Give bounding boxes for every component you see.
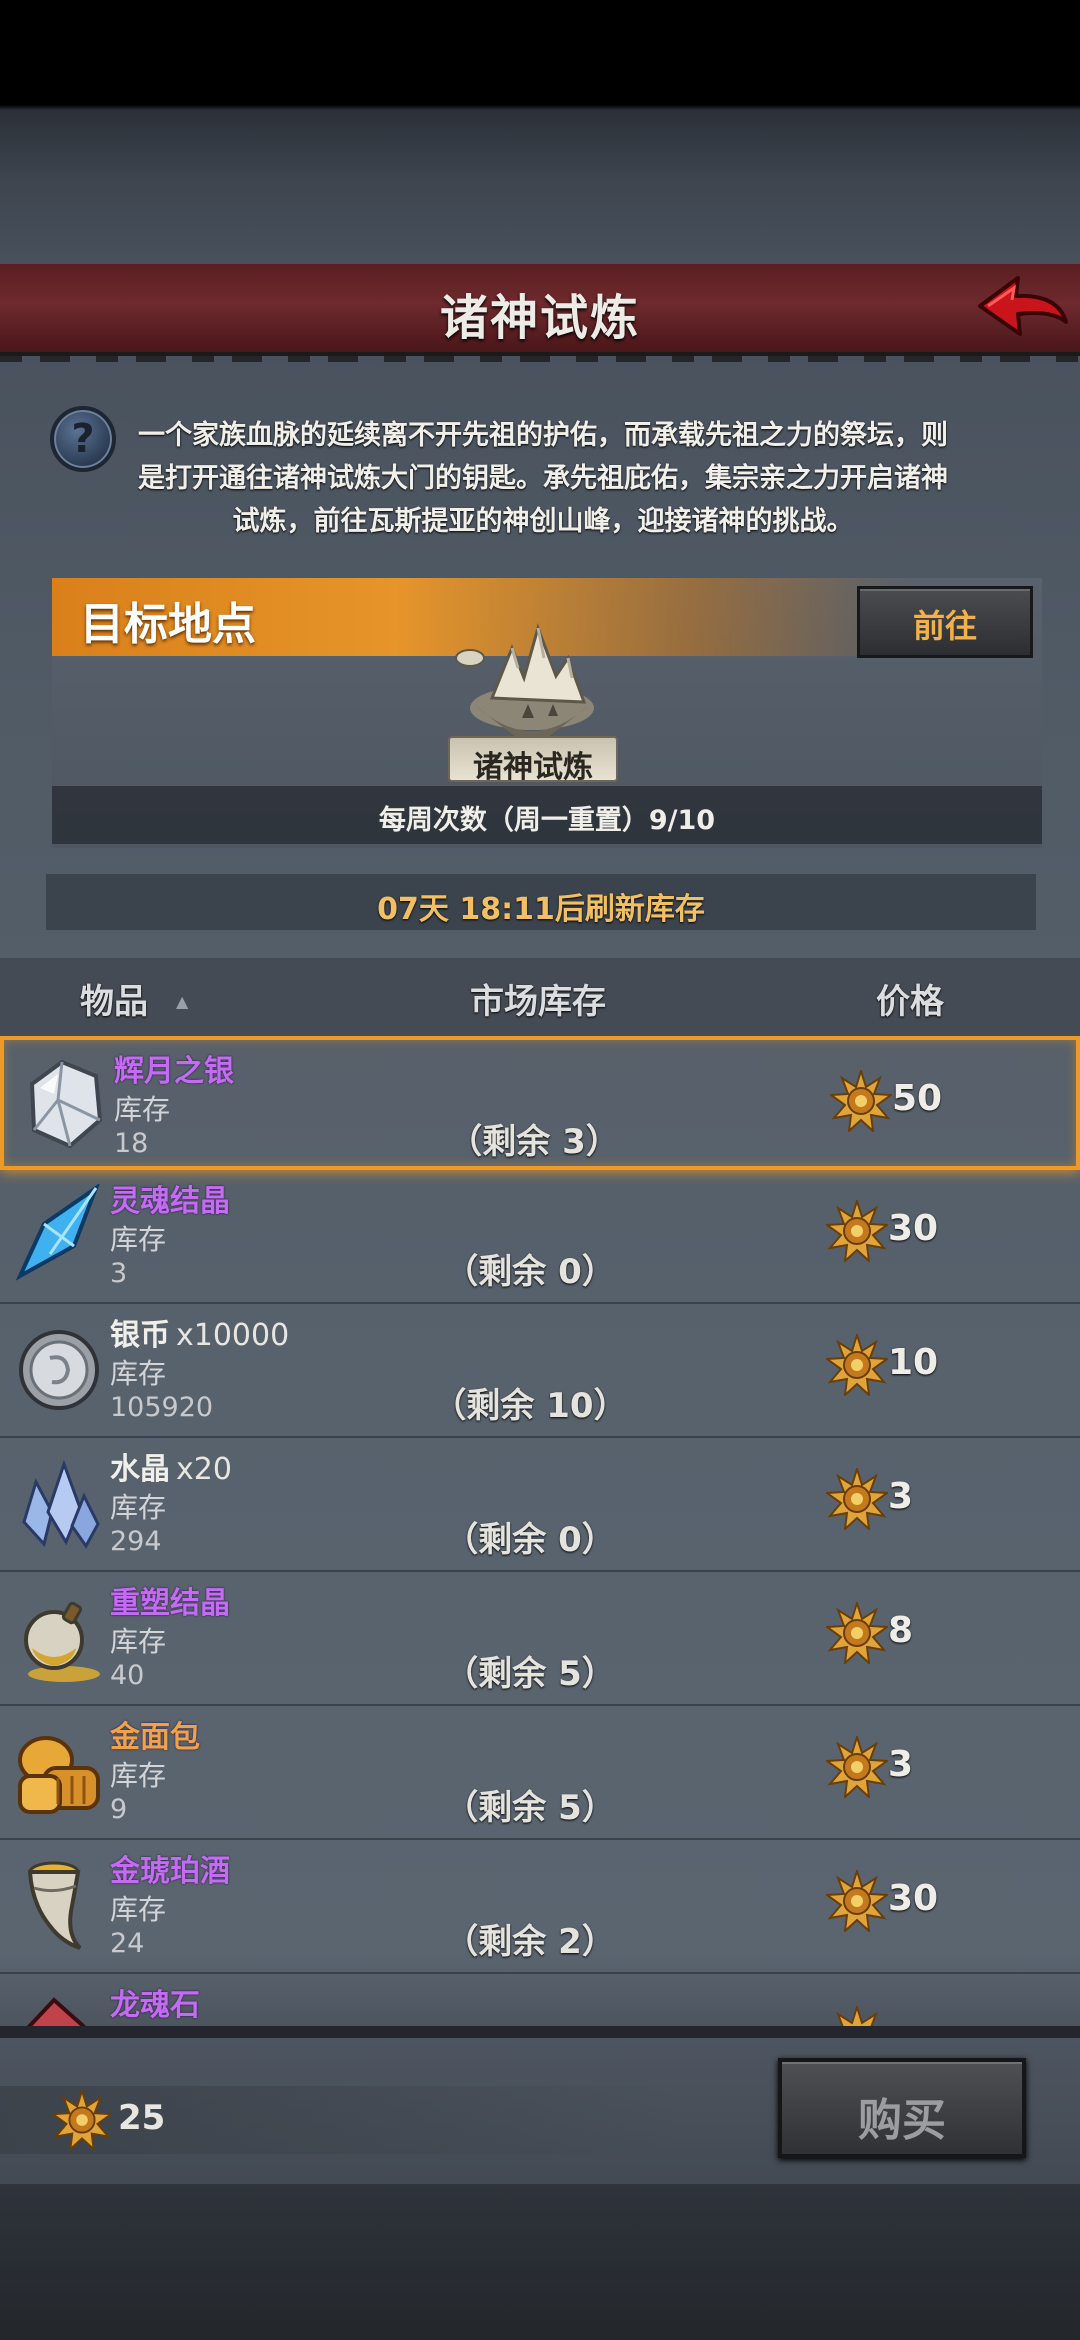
sun-coin-icon bbox=[830, 1070, 892, 1132]
sun-coin-icon bbox=[826, 1870, 888, 1932]
item-name: 辉月之银 bbox=[114, 1054, 234, 1089]
price-value: 30 bbox=[888, 1878, 939, 1919]
item-name: 银币 x10000 bbox=[110, 1318, 290, 1353]
item-name: 金琥珀酒 bbox=[110, 1854, 230, 1889]
stock-label: 库存 bbox=[110, 1759, 167, 1792]
back-arrow-icon[interactable] bbox=[972, 270, 1072, 350]
price-value: 50 bbox=[892, 1078, 943, 1119]
item-name: 水晶 x20 bbox=[110, 1452, 232, 1487]
description-line: 是打开通往诸神试炼大门的钥匙。承先祖庇佑，集宗亲之力开启诸神 bbox=[138, 463, 948, 494]
remaining-count: （剩余 5） bbox=[444, 1654, 616, 1694]
price-value: 3 bbox=[888, 1744, 914, 1785]
weekly-count-strip: 每周次数（周一重置）9/10 bbox=[52, 786, 1042, 844]
soul-crystal-icon bbox=[15, 1184, 100, 1281]
item-name: 灵魂结晶 bbox=[110, 1184, 230, 1219]
stock-label: 库存 bbox=[110, 1357, 167, 1390]
item-quantity: x20 bbox=[176, 1452, 232, 1487]
table-row[interactable]: 辉月之银 库存 18 （剩余 3） 50 bbox=[0, 1036, 1080, 1170]
stock-label: 库存 bbox=[110, 1223, 167, 1256]
go-button-label: 前往 bbox=[912, 607, 977, 645]
remaining-count: （剩余 0） bbox=[444, 1520, 616, 1560]
price-value: 8 bbox=[888, 1610, 914, 1651]
target-label: 目标地点 bbox=[80, 599, 256, 650]
help-question-icon[interactable]: ? bbox=[50, 406, 116, 472]
target-location-panel: 目标地点 前往 诸神试炼 每周次数（周一重置）9/10 bbox=[52, 578, 1042, 848]
table-row[interactable]: 银币 x10000 库存 105920 （剩余 10） 10 bbox=[0, 1304, 1080, 1438]
stock-label: 库存 bbox=[110, 1893, 167, 1926]
stock-value: 24 bbox=[110, 1928, 145, 1959]
item-name: 重塑结晶 bbox=[110, 1586, 230, 1621]
currency-balance: 25 bbox=[118, 2098, 166, 2138]
stock-value: 9 bbox=[110, 1794, 128, 1825]
bottom-bar: 25 购买 bbox=[0, 2038, 1080, 2184]
buy-button-label: 购买 bbox=[858, 2095, 946, 2146]
item-name: 龙魂石 bbox=[110, 1988, 200, 2023]
price-value: 10 bbox=[888, 1342, 939, 1383]
remaining-count: （剩余 3） bbox=[448, 1122, 620, 1162]
dragon-soul-stone-icon bbox=[24, 1997, 90, 2029]
description-line: 试炼，前往瓦斯提亚的神创山峰，迎接诸神的挑战。 bbox=[232, 506, 854, 537]
item-list: 辉月之银 库存 18 （剩余 3） 50 灵魂结晶 库存 3 （剩余 0） 30… bbox=[0, 1036, 1080, 2029]
price-value: 3 bbox=[888, 1476, 914, 1517]
sun-coin-icon bbox=[52, 2090, 112, 2150]
sun-coin-icon bbox=[826, 1602, 888, 1664]
description-text: 一个家族血脉的延续离不开先祖的护佑，而承载先祖之力的祭坛，则 是打开通往诸神试炼… bbox=[128, 414, 958, 543]
buy-button[interactable]: 购买 bbox=[778, 2058, 1026, 2158]
amber-wine-icon bbox=[27, 1861, 82, 1950]
remaining-count: （剩余 2） bbox=[444, 1922, 616, 1962]
stock-label: 库存 bbox=[110, 1491, 167, 1524]
table-row[interactable]: 水晶 x20 库存 294 （剩余 0） 3 bbox=[0, 1438, 1080, 1572]
stock-value: 18 bbox=[114, 1128, 149, 1159]
stock-value: 40 bbox=[110, 1660, 145, 1691]
title-bar: 诸神试炼 bbox=[0, 264, 1080, 362]
item-quantity: x10000 bbox=[176, 1318, 290, 1353]
page-title: 诸神试炼 bbox=[439, 290, 640, 346]
description-line: 一个家族血脉的延续离不开先祖的护佑，而承载先祖之力的祭坛，则 bbox=[138, 420, 948, 451]
location-name-label: 诸神试炼 bbox=[448, 736, 618, 785]
column-header-stock[interactable]: 市场库存 bbox=[470, 974, 606, 1023]
price-value: 30 bbox=[888, 1208, 939, 1249]
remaining-count: （剩余 0） bbox=[444, 1252, 616, 1292]
sun-coin-icon bbox=[826, 1334, 888, 1396]
sun-coin-icon bbox=[826, 1468, 888, 1530]
column-header-price[interactable]: 价格 bbox=[876, 974, 944, 1023]
crystal-icon bbox=[22, 1459, 100, 1549]
reforge-crystal-icon bbox=[24, 1601, 100, 1682]
sun-coin-icon bbox=[826, 1200, 888, 1262]
golden-bread-icon bbox=[18, 1736, 100, 1814]
stock-value: 294 bbox=[110, 1526, 162, 1557]
stock-label: 库存 bbox=[110, 1625, 167, 1658]
stock-value: 105920 bbox=[110, 1392, 214, 1423]
table-row[interactable]: 灵魂结晶 库存 3 （剩余 0） 30 bbox=[0, 1170, 1080, 1304]
table-row[interactable]: 金面包 库存 9 （剩余 5） 3 bbox=[0, 1706, 1080, 1840]
sort-arrow-icon[interactable]: ▲ bbox=[176, 992, 188, 1011]
weekly-count-text: 每周次数（周一重置）9/10 bbox=[378, 805, 716, 836]
remaining-count: （剩余 10） bbox=[432, 1386, 628, 1426]
silver-coin-icon bbox=[19, 1330, 99, 1410]
table-row[interactable]: 龙魂石 bbox=[0, 1974, 1080, 2029]
column-header-item[interactable]: 物品 bbox=[80, 974, 148, 1023]
go-button[interactable]: 前往 bbox=[857, 586, 1033, 658]
sun-coin-icon bbox=[826, 1736, 888, 1798]
remaining-count: （剩余 5） bbox=[444, 1788, 616, 1828]
table-row[interactable]: 金琥珀酒 库存 24 （剩余 2） 30 bbox=[0, 1840, 1080, 1974]
silver-ore-icon bbox=[29, 1059, 103, 1149]
stock-value: 3 bbox=[110, 1258, 128, 1289]
table-row[interactable]: 重塑结晶 库存 40 （剩余 5） 8 bbox=[0, 1572, 1080, 1706]
location-name: 诸神试炼 bbox=[473, 750, 593, 785]
refresh-timer-strip: 07天 18:11后刷新库存 bbox=[46, 874, 1036, 930]
stock-label: 库存 bbox=[114, 1093, 171, 1126]
table-header: 物品 ▲ 市场库存 价格 bbox=[0, 958, 1080, 1036]
refresh-timer-text: 07天 18:11后刷新库存 bbox=[377, 892, 705, 927]
bottom-divider bbox=[0, 2026, 1080, 2038]
screen: 诸神试炼 ? 一个家族血脉的延续离不开先祖的护佑，而承载先祖之力的祭坛，则 是打… bbox=[0, 0, 1080, 2340]
item-name: 金面包 bbox=[110, 1720, 200, 1755]
